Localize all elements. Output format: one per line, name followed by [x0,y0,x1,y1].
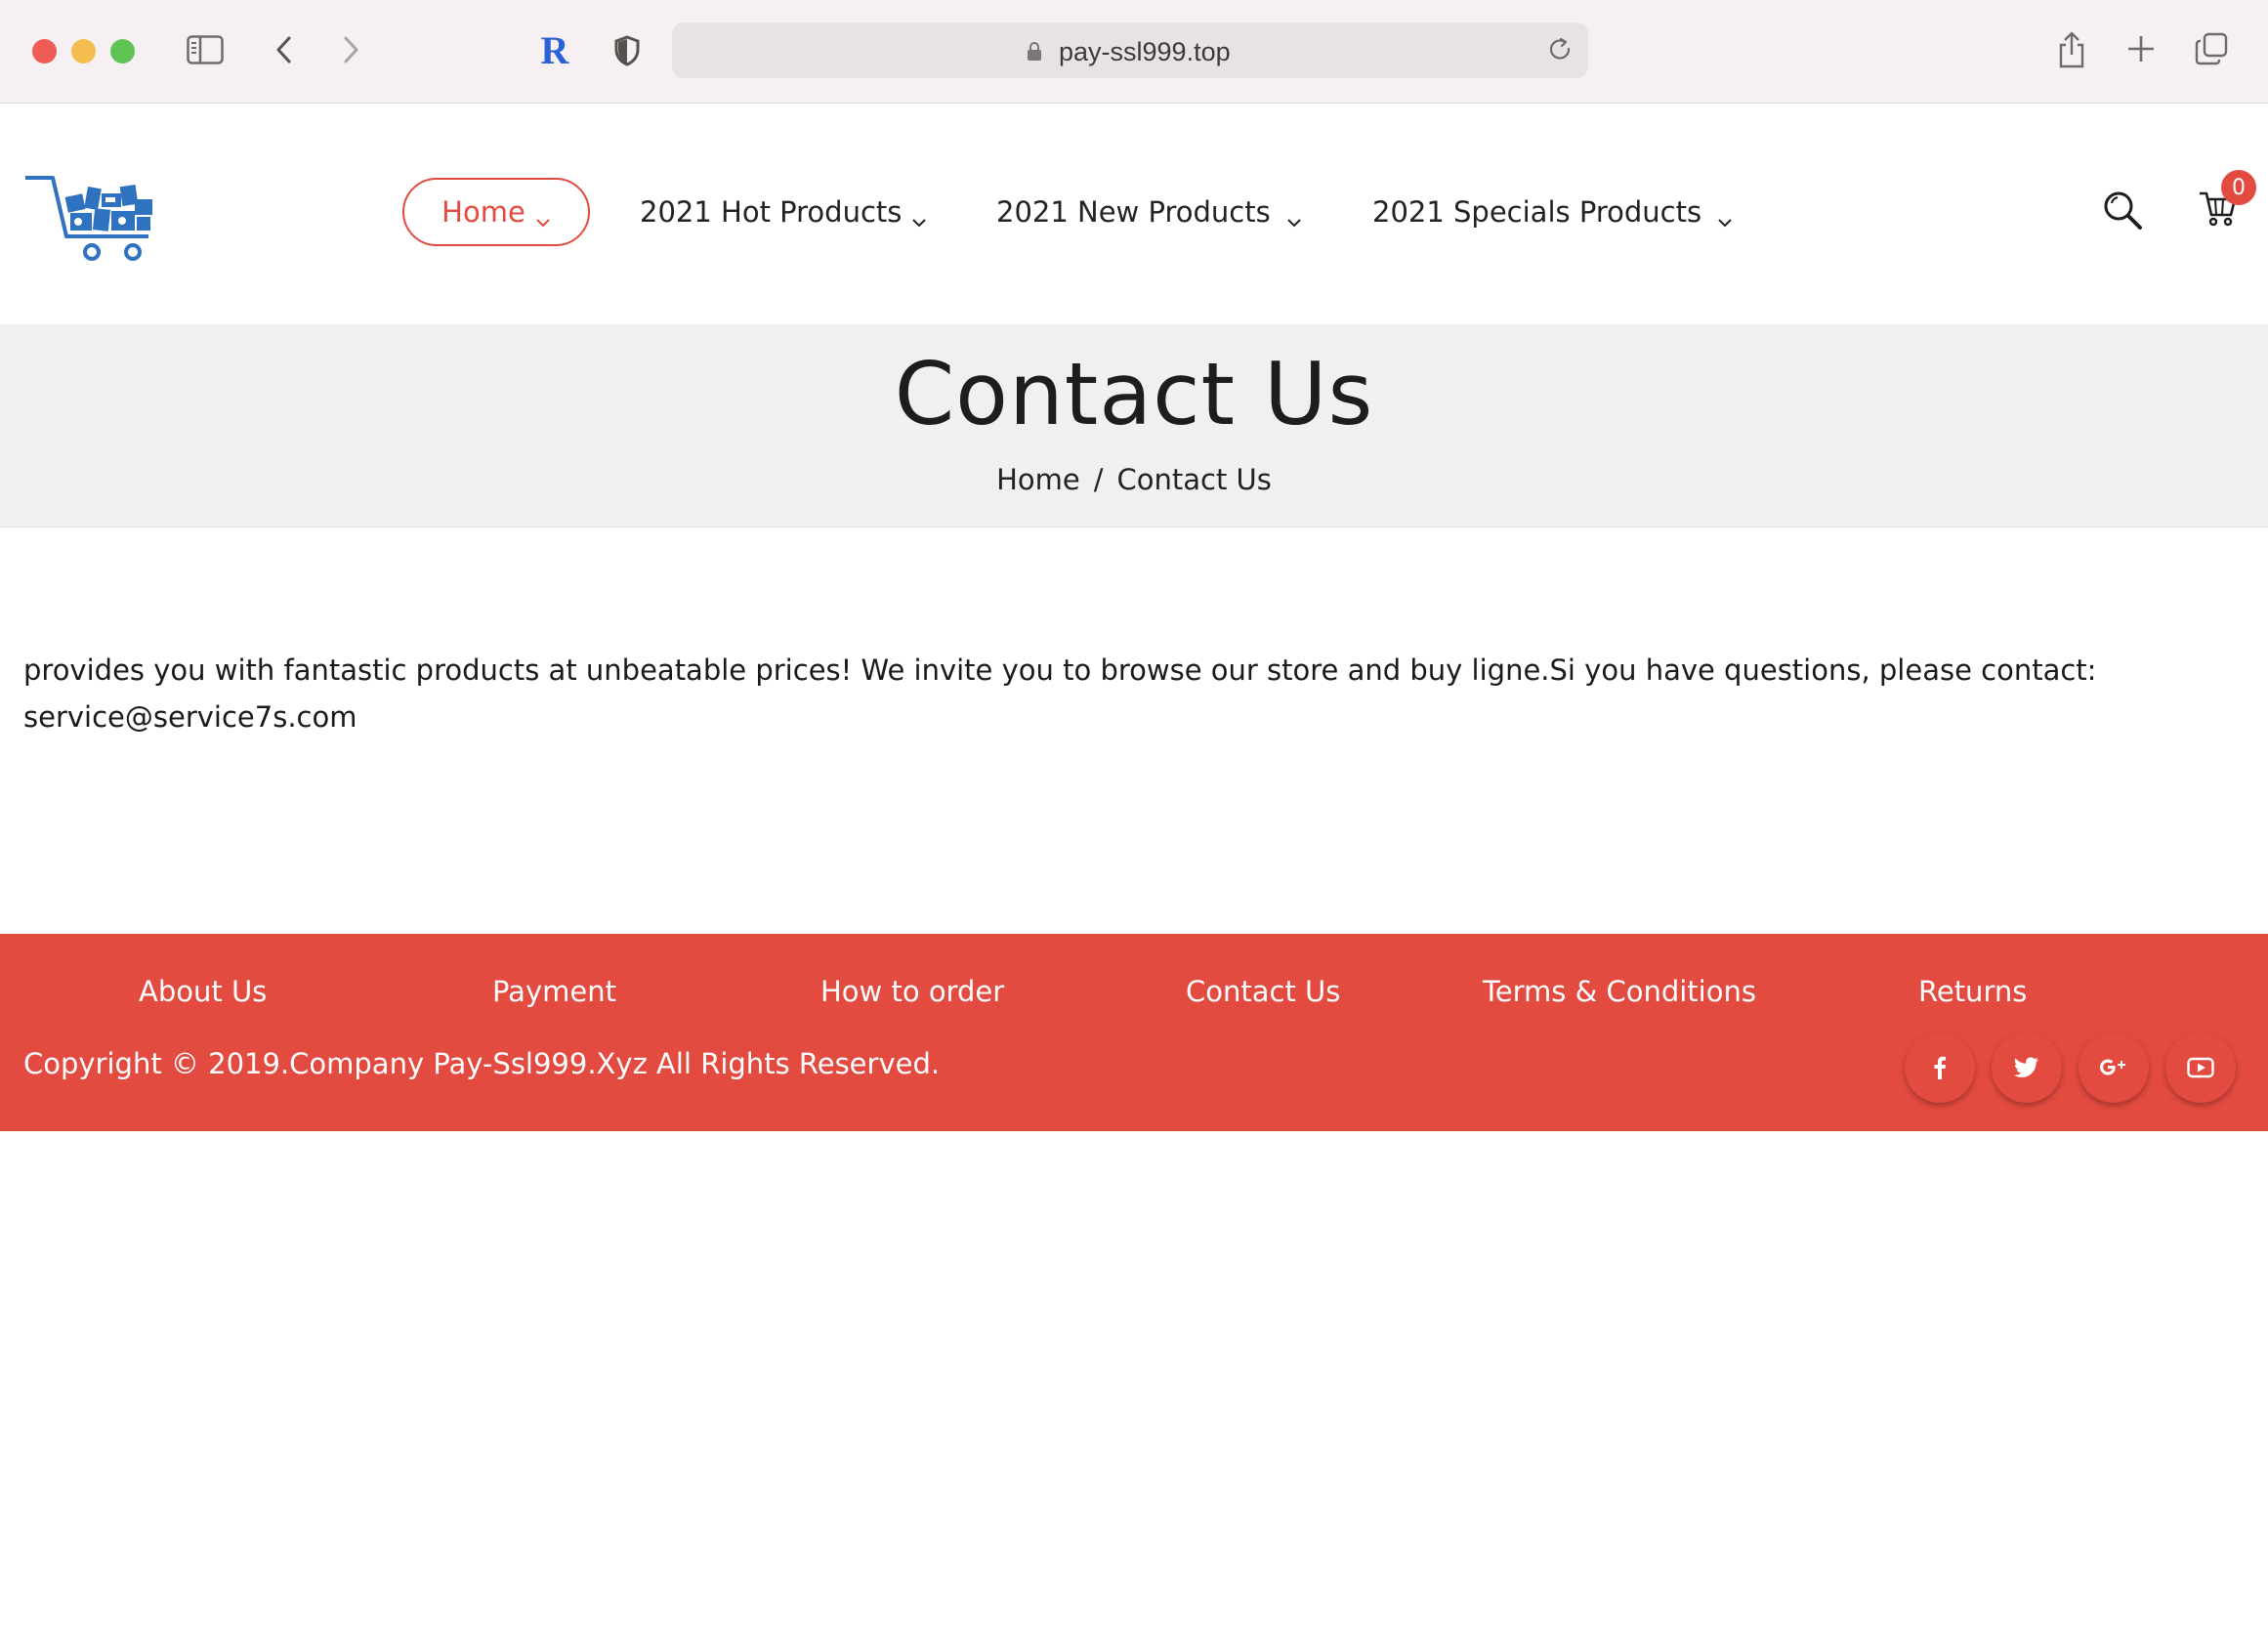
nav-new-label: 2021 New Products [996,195,1271,229]
breadcrumb-separator: / [1093,463,1104,496]
chevron-down-icon [1286,204,1302,228]
contact-content: provides you with fantastic products at … [23,647,2231,740]
tab-overview-icon[interactable] [2194,31,2229,66]
twitter-icon[interactable] [1992,1032,2062,1103]
nav-specials-label: 2021 Specials Products [1372,195,1702,229]
address-url[interactable]: pay-ssl999.top [1059,37,1231,67]
breadcrumb-home-link[interactable]: Home [996,463,1080,496]
footer-link-about-us[interactable]: About Us [139,975,267,1008]
share-icon[interactable] [2055,29,2088,70]
new-tab-icon[interactable] [2125,33,2157,64]
chevron-down-icon [1717,204,1733,228]
site-header: Home 2021 Hot Products 2021 New Products… [0,104,2268,324]
footer-link-payment[interactable]: Payment [492,975,616,1008]
breadcrumb-current: Contact Us [1116,463,1272,496]
page-title: Contact Us [894,344,1374,444]
back-icon[interactable] [272,33,295,66]
minimize-window-button[interactable] [71,39,96,63]
sidebar-toggle-icon[interactable] [186,33,225,66]
contact-intro-text: provides you with fantastic products at … [23,653,2097,687]
close-window-button[interactable] [32,39,57,63]
contact-email[interactable]: service@service7s.com [23,694,2231,740]
forward-icon[interactable] [340,33,363,66]
search-icon[interactable] [2102,190,2143,231]
reload-icon[interactable] [1547,36,1575,63]
footer-link-terms[interactable]: Terms & Conditions [1483,975,1756,1008]
nav-hot-products[interactable]: 2021 Hot Products [640,178,927,246]
address-bar[interactable]: pay-ssl999.top [672,22,1588,78]
page-title-band: Contact Us Home / Contact Us [0,324,2268,527]
nav-home[interactable]: Home [402,178,590,246]
chevron-down-icon [911,204,927,228]
store-logo[interactable] [23,166,164,264]
rakuten-extension-icon[interactable]: R [537,27,572,72]
facebook-icon[interactable] [1905,1032,1975,1103]
lock-icon [1028,41,1041,61]
nav-hot-label: 2021 Hot Products [640,195,903,229]
privacy-shield-icon[interactable] [611,33,643,68]
cart-count-badge: 0 [2221,170,2256,205]
google-plus-icon[interactable] [2079,1032,2149,1103]
copyright-text: Copyright © 2019.Company Pay-Ssl999.Xyz … [23,1047,941,1080]
youtube-icon[interactable] [2165,1032,2236,1103]
browser-toolbar: R pay-ssl999.top [0,0,2268,104]
nav-home-label: Home [441,195,525,229]
chevron-down-icon [535,204,551,228]
nav-specials-products[interactable]: 2021 Specials Products [1372,178,1733,246]
footer-link-how-to-order[interactable]: How to order [820,975,1004,1008]
site-footer: About Us Payment How to order Contact Us… [0,934,2268,1131]
footer-link-contact-us[interactable]: Contact Us [1186,975,1340,1008]
nav-new-products[interactable]: 2021 New Products [996,178,1302,246]
breadcrumb: Home / Contact Us [0,463,2268,496]
maximize-window-button[interactable] [110,39,135,63]
footer-link-returns[interactable]: Returns [1918,975,2027,1008]
